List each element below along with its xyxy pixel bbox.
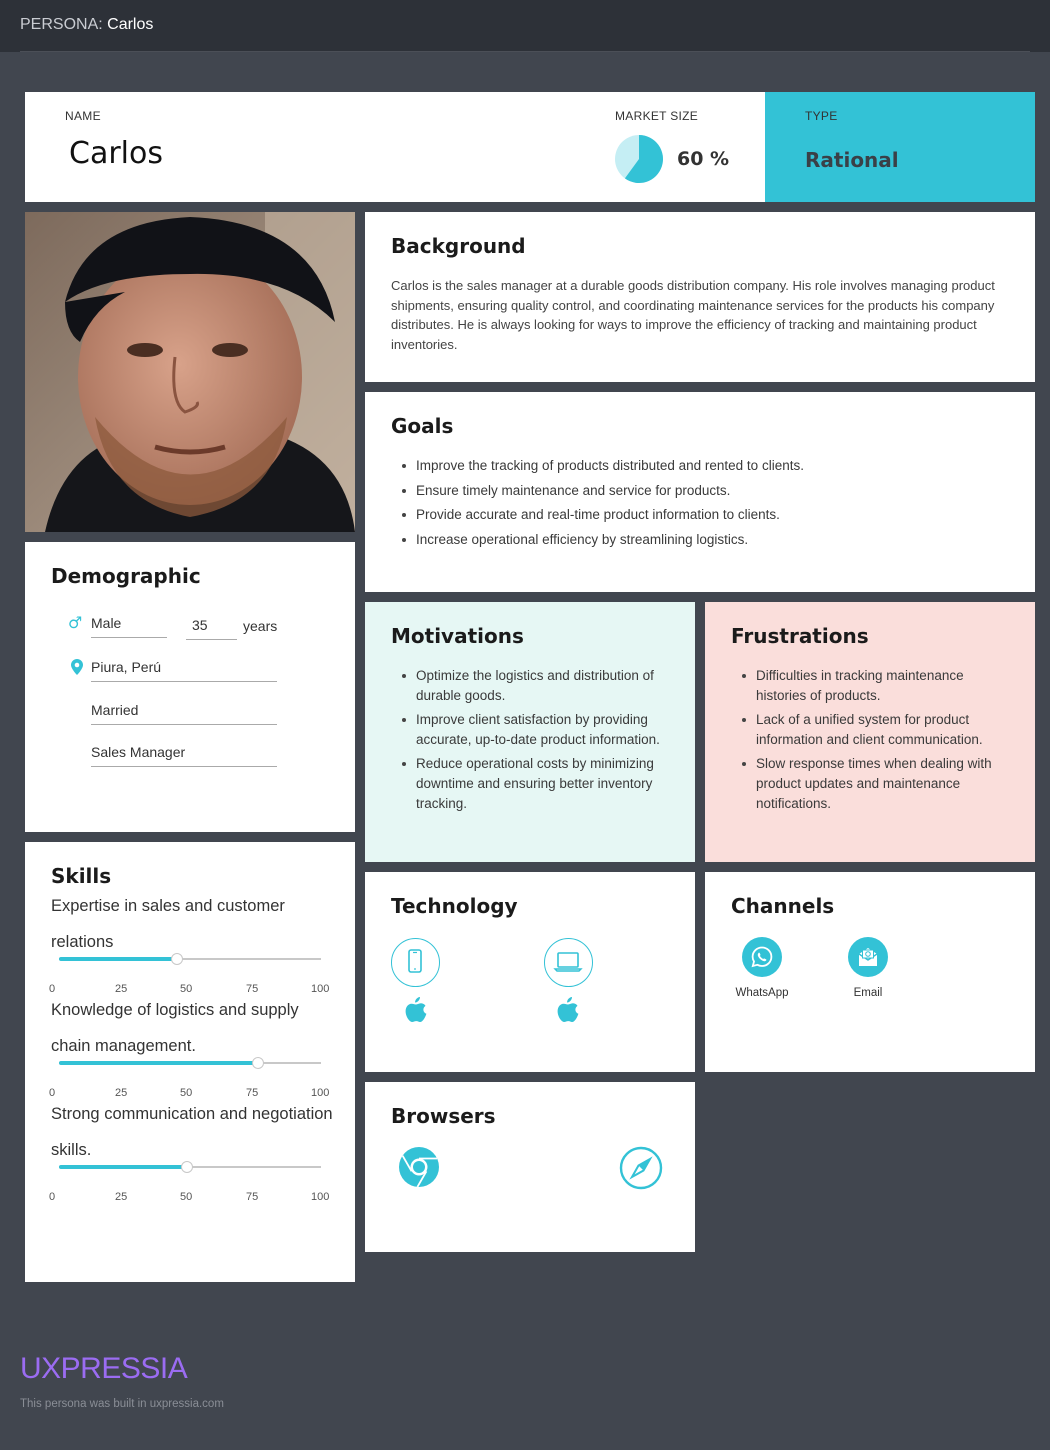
goals-list[interactable]: Improve the tracking of products distrib… [391,456,1011,549]
goals-card: Goals Improve the tracking of products d… [365,392,1035,592]
scale-label: 25 [115,1191,128,1203]
name-label: NAME [65,109,101,123]
persona-title: PERSONA: Carlos [20,16,153,34]
market-size-pie[interactable] [615,135,663,183]
list-item: Improve the tracking of products distrib… [391,456,1011,476]
scale-label: 0 [49,1191,56,1203]
persona-name: Carlos [107,16,154,33]
skill-scale: 0 25 50 75 100 [49,1191,339,1205]
frustrations-title: Frustrations [731,624,869,648]
persona-avatar-image [25,212,355,532]
skill-slider-handle[interactable] [170,953,183,965]
skill-label: Knowledge of logistics and supply chain … [51,1001,299,1055]
demographic-card: Demographic ♂ Male 35 years Piura, Perú … [25,542,355,832]
skill-slider[interactable] [59,1161,321,1173]
browsers-card: Browsers [365,1082,695,1252]
chrome-icon[interactable] [398,1146,440,1188]
market-size-value: 60 % [677,148,730,170]
technology-card: Technology [365,872,695,1072]
email-icon[interactable] [848,937,888,977]
whatsapp-icon[interactable] [742,937,782,977]
scale-label: 100 [311,1191,330,1203]
male-icon: ♂ [68,613,83,632]
demographic-title: Demographic [51,564,201,588]
uxpressia-logo[interactable]: UXPRESSIA [20,1352,188,1386]
background-card: Background Carlos is the sales manager a… [365,212,1035,382]
channel-label: Email [853,987,883,999]
apple-icon [405,997,427,1022]
age-unit-label: years [243,618,278,634]
skill-slider[interactable] [59,1057,321,1069]
list-item: Provide accurate and real-time product i… [391,505,1011,525]
header-card: NAME Carlos MARKET SIZE 60 % [25,92,765,202]
list-item: Increase operational efficiency by strea… [391,530,1011,550]
list-item: Reduce operational costs by minimizing d… [391,754,663,813]
smartphone-icon[interactable] [391,938,440,987]
skills-title: Skills [51,864,112,888]
scale-label: 75 [246,1191,259,1203]
motivations-card: Motivations Optimize the logistics and d… [365,602,695,862]
list-item: Ensure timely maintenance and service fo… [391,481,1011,501]
skill-slider-handle[interactable] [252,1057,265,1069]
background-text[interactable]: Carlos is the sales manager at a durable… [391,276,1001,354]
persona-photo[interactable] [25,212,355,532]
footer-note: This persona was built in uxpressia.com [20,1398,224,1410]
list-item: Difficulties in tracking maintenance his… [731,666,1003,705]
laptop-icon[interactable] [544,938,593,987]
type-label: TYPE [805,109,838,123]
motivations-list[interactable]: Optimize the logistics and distribution … [391,666,663,813]
location-pin-icon [71,659,83,675]
safari-icon[interactable] [619,1146,663,1190]
frustrations-list[interactable]: Difficulties in tracking maintenance his… [731,666,1003,813]
channels-card: Channels WhatsApp Email [705,872,1035,1072]
age-field[interactable]: 35 [186,617,237,640]
frustrations-card: Frustrations Difficulties in tracking ma… [705,602,1035,862]
skill-label: Expertise in sales and customer relation… [51,897,285,951]
divider [20,51,1030,52]
gender-field[interactable]: Male [91,615,167,638]
list-item: Improve client satisfaction by providing… [391,710,663,749]
skill-label: Strong communication and negotiation ski… [51,1105,333,1159]
scale-label: 50 [180,1191,193,1203]
skill-slider-handle[interactable] [181,1161,194,1173]
top-bar: PERSONA: Carlos [0,0,1050,52]
skill-slider-fill [59,1061,259,1065]
persona-name-value[interactable]: Carlos [69,136,163,171]
channel-label: WhatsApp [735,987,789,999]
background-title: Background [391,234,526,258]
browsers-title: Browsers [391,1104,496,1128]
persona-prefix: PERSONA: [20,16,103,33]
motivations-title: Motivations [391,624,524,648]
goals-title: Goals [391,414,454,438]
occupation-field[interactable]: Sales Manager [91,744,277,767]
technology-title: Technology [391,894,518,918]
apple-icon [557,997,579,1022]
skills-card: Skills Expertise in sales and customer r… [25,842,355,1282]
skill-slider-fill [59,957,177,961]
location-field[interactable]: Piura, Perú [91,659,277,682]
market-size-label: MARKET SIZE [615,109,699,123]
type-card: TYPE Rational [765,92,1035,202]
skill-slider[interactable] [59,953,321,965]
channels-title: Channels [731,894,835,918]
list-item: Slow response times when dealing with pr… [731,754,1003,813]
type-value[interactable]: Rational [805,148,899,172]
skill-slider-fill [59,1165,188,1169]
marital-status-field[interactable]: Married [91,702,277,725]
list-item: Lack of a unified system for product inf… [731,710,1003,749]
list-item: Optimize the logistics and distribution … [391,666,663,705]
